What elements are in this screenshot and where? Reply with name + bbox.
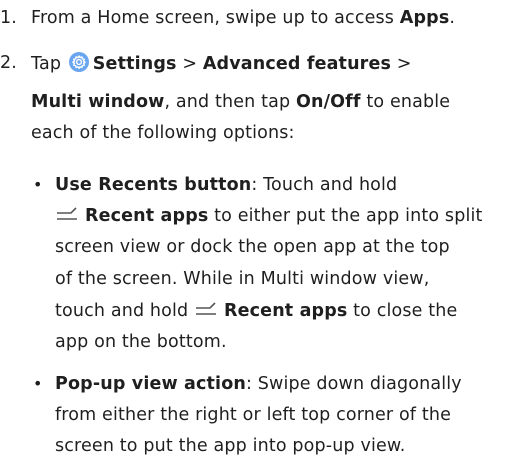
option-2-line-1: Pop-up view action: Swipe down diagonall… [55,373,462,395]
tap-text: Tap [31,54,62,74]
bullet-1: • [33,175,43,194]
recent-apps-icon [194,300,218,320]
use-recents-title: Use Recents button [55,175,252,195]
separator-1: > [176,54,203,74]
step-1-text: From a Home screen, swipe up to access A… [31,7,455,29]
multi-window-label: Multi window [31,92,165,112]
recent-apps-label-1: Recent apps [85,206,209,226]
apps-label: Apps [399,8,450,28]
pop-up-view-title: Pop-up view action [55,374,246,394]
step-2-line-2: Multi window, and then tap On/Off to ena… [31,91,450,113]
recent-apps-icon [55,205,79,225]
option-1-line-3: screen view or dock the open app at the … [55,237,450,257]
step-2-line-3: each of the following options: [31,123,295,143]
option-1-line-2: Recent apps to either put the app into s… [55,205,483,227]
option-1-line-4: of the screen. While in Multi window vie… [55,269,430,289]
settings-gear-icon [68,52,89,72]
advanced-features-label: Advanced features [202,54,392,74]
option-1-line-5-post: to close the [347,301,458,321]
to-enable-text: to enable [360,92,451,112]
separator-2: > [391,54,412,74]
option-1-line-1: Use Recents button: Touch and hold [55,174,397,196]
option-1-line-5: touch and hold Recent apps to close the [55,300,457,322]
step-1-lead: From a Home screen, swipe up to access [31,8,400,28]
on-off-label: On/Off [295,92,361,112]
option-2-line-3: screen to put the app into pop-up view. [55,436,406,456]
then-tap-text: , and then tap [164,92,296,112]
step-1-number: 1. [0,8,17,28]
step-2-number: 2. [0,53,17,73]
recent-apps-label-2: Recent apps [224,301,348,321]
option-2-line-2: from either the right or left top corner… [55,405,451,425]
touch-and-hold-text: touch and hold [55,301,195,321]
option-2-colon-text: : Swipe down diagonally [245,374,462,394]
step-2-line-1: Tap Settings > Advanced features > [31,52,412,75]
bullet-2: • [33,374,43,393]
option-1-line-2-rest: to either put the app into split [208,206,483,226]
step-1-end: . [449,8,456,28]
settings-label: Settings [92,54,177,74]
option-1-colon-text: : Touch and hold [251,175,398,195]
option-1-line-6: app on the bottom. [55,332,227,352]
